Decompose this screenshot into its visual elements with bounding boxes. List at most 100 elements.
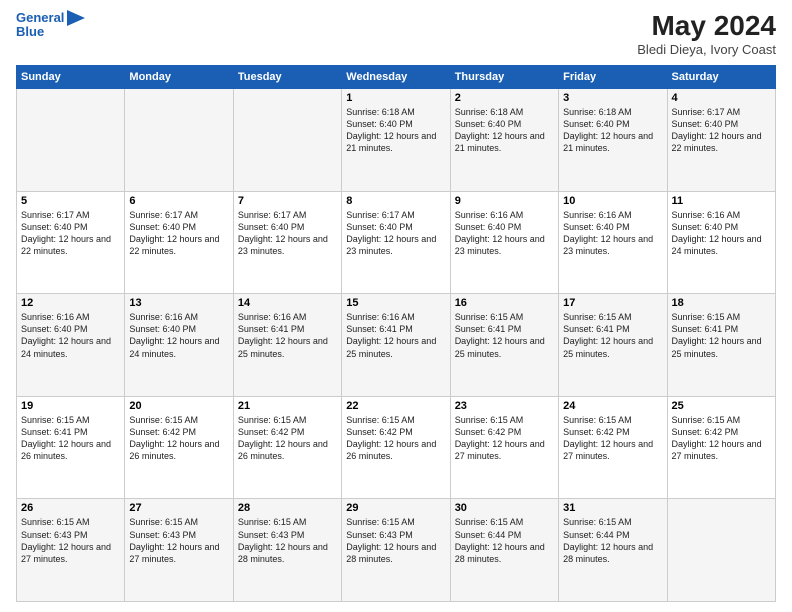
calendar-cell-1-1: 6Sunrise: 6:17 AMSunset: 6:40 PMDaylight… [125,191,233,294]
calendar-header-row: SundayMondayTuesdayWednesdayThursdayFrid… [17,66,776,89]
header-saturday: Saturday [667,66,775,89]
day-number: 13 [129,297,228,309]
calendar-cell-0-5: 3 Sunrise: 6:18 AMSunset: 6:40 PMDaylight… [559,89,667,192]
calendar-week-3: 12 Sunrise: 6:16 AMSunset: 6:40 PMDayligh… [17,294,776,397]
day-info: Sunrise: 6:15 AMSunset: 6:41 PMDaylight:… [672,311,771,360]
calendar-cell-2-6: 18 Sunrise: 6:15 AMSunset: 6:41 PMDayligh… [667,294,775,397]
day-number: 11 [672,195,771,207]
calendar-cell-2-3: 15 Sunrise: 6:16 AMSunset: 6:41 PMDayligh… [342,294,450,397]
day-info: Sunrise: 6:15 AMSunset: 6:43 PMDaylight:… [129,516,228,565]
calendar-cell-4-5: 31 Sunrise: 6:15 AMSunset: 6:44 PMDayligh… [559,499,667,602]
calendar-table: SundayMondayTuesdayWednesdayThursdayFrid… [16,65,776,602]
header-wednesday: Wednesday [342,66,450,89]
day-info: Sunrise: 6:16 AMSunset: 6:40 PMDaylight:… [21,311,120,360]
calendar-cell-1-0: 5Sunrise: 6:17 AMSunset: 6:40 PMDaylight… [17,191,125,294]
day-number: 8 [346,195,445,207]
day-number: 3 [563,92,662,104]
day-info: Sunrise: 6:15 AMSunset: 6:41 PMDaylight:… [455,311,554,360]
day-number: 14 [238,297,337,309]
day-number: 19 [21,400,120,412]
calendar-cell-4-0: 26Sunrise: 6:15 AMSunset: 6:43 PMDayligh… [17,499,125,602]
calendar-cell-2-2: 14 Sunrise: 6:16 AMSunset: 6:41 PMDayligh… [233,294,341,397]
day-info: Sunrise: 6:15 AMSunset: 6:44 PMDaylight:… [455,516,554,565]
logo-blue-text: Blue [16,24,44,40]
calendar-cell-4-3: 29Sunrise: 6:15 AMSunset: 6:43 PMDayligh… [342,499,450,602]
header-friday: Friday [559,66,667,89]
day-number: 23 [455,400,554,412]
day-number: 9 [455,195,554,207]
calendar-cell-0-6: 4Sunrise: 6:17 AMSunset: 6:40 PMDaylight… [667,89,775,192]
day-number: 30 [455,502,554,514]
day-info: Sunrise: 6:15 AMSunset: 6:42 PMDaylight:… [238,414,337,463]
day-info: Sunrise: 6:16 AMSunset: 6:40 PMDaylight:… [672,209,771,258]
day-info: Sunrise: 6:16 AMSunset: 6:40 PMDaylight:… [129,311,228,360]
calendar-cell-0-4: 2 Sunrise: 6:18 AMSunset: 6:40 PMDaylight… [450,89,558,192]
page-header: General Blue May 2024 Bledi Dieya, Ivory… [16,10,776,57]
calendar-cell-1-5: 10 Sunrise: 6:16 AMSunset: 6:40 PMDayligh… [559,191,667,294]
calendar-cell-3-3: 22 Sunrise: 6:15 AMSunset: 6:42 PMDayligh… [342,396,450,499]
day-number: 10 [563,195,662,207]
calendar-cell-0-2 [233,89,341,192]
day-number: 17 [563,297,662,309]
header-sunday: Sunday [17,66,125,89]
day-number: 7 [238,195,337,207]
day-info: Sunrise: 6:15 AMSunset: 6:42 PMDaylight:… [346,414,445,463]
day-info: Sunrise: 6:17 AMSunset: 6:40 PMDaylight:… [129,209,228,258]
day-info: Sunrise: 6:16 AMSunset: 6:40 PMDaylight:… [563,209,662,258]
day-number: 16 [455,297,554,309]
day-info: Sunrise: 6:15 AMSunset: 6:42 PMDaylight:… [129,414,228,463]
calendar-week-5: 26 Sunrise: 6:15 AMSunset: 6:43 PMDayligh… [17,499,776,602]
calendar-cell-3-0: 19Sunrise: 6:15 AMSunset: 6:41 PMDayligh… [17,396,125,499]
day-info: Sunrise: 6:18 AMSunset: 6:40 PMDaylight:… [346,106,445,155]
title-block: May 2024 Bledi Dieya, Ivory Coast [637,10,776,57]
header-thursday: Thursday [450,66,558,89]
day-info: Sunrise: 6:15 AMSunset: 6:42 PMDaylight:… [563,414,662,463]
calendar-cell-1-6: 11 Sunrise: 6:16 AMSunset: 6:40 PMDayligh… [667,191,775,294]
calendar-cell-2-5: 17 Sunrise: 6:15 AMSunset: 6:41 PMDayligh… [559,294,667,397]
calendar-cell-1-4: 9Sunrise: 6:16 AMSunset: 6:40 PMDaylight… [450,191,558,294]
calendar-cell-4-2: 28 Sunrise: 6:15 AMSunset: 6:43 PMDayligh… [233,499,341,602]
calendar-body: 1 Sunrise: 6:18 AMSunset: 6:40 PMDaylight… [17,89,776,602]
header-tuesday: Tuesday [233,66,341,89]
calendar-cell-1-2: 7 Sunrise: 6:17 AMSunset: 6:40 PMDaylight… [233,191,341,294]
day-info: Sunrise: 6:16 AMSunset: 6:41 PMDaylight:… [238,311,337,360]
day-number: 31 [563,502,662,514]
day-number: 26 [21,502,120,514]
day-info: Sunrise: 6:15 AMSunset: 6:43 PMDaylight:… [238,516,337,565]
day-number: 20 [129,400,228,412]
day-info: Sunrise: 6:15 AMSunset: 6:42 PMDaylight:… [672,414,771,463]
day-number: 15 [346,297,445,309]
calendar-cell-0-3: 1 Sunrise: 6:18 AMSunset: 6:40 PMDaylight… [342,89,450,192]
day-info: Sunrise: 6:17 AMSunset: 6:40 PMDaylight:… [672,106,771,155]
calendar-cell-0-1 [125,89,233,192]
day-number: 12 [21,297,120,309]
calendar-cell-3-5: 24 Sunrise: 6:15 AMSunset: 6:42 PMDayligh… [559,396,667,499]
day-number: 1 [346,92,445,104]
day-info: Sunrise: 6:18 AMSunset: 6:40 PMDaylight:… [455,106,554,155]
day-info: Sunrise: 6:15 AMSunset: 6:44 PMDaylight:… [563,516,662,565]
day-number: 28 [238,502,337,514]
calendar-cell-4-6 [667,499,775,602]
day-number: 18 [672,297,771,309]
calendar-cell-2-0: 12 Sunrise: 6:16 AMSunset: 6:40 PMDayligh… [17,294,125,397]
calendar-cell-3-4: 23Sunrise: 6:15 AMSunset: 6:42 PMDayligh… [450,396,558,499]
calendar-week-1: 1 Sunrise: 6:18 AMSunset: 6:40 PMDaylight… [17,89,776,192]
calendar-cell-0-0 [17,89,125,192]
day-number: 22 [346,400,445,412]
day-info: Sunrise: 6:16 AMSunset: 6:41 PMDaylight:… [346,311,445,360]
calendar-week-2: 5 Sunrise: 6:17 AMSunset: 6:40 PMDaylight… [17,191,776,294]
day-number: 24 [563,400,662,412]
day-info: Sunrise: 6:17 AMSunset: 6:40 PMDaylight:… [238,209,337,258]
day-number: 5 [21,195,120,207]
day-number: 27 [129,502,228,514]
day-number: 29 [346,502,445,514]
main-title: May 2024 [637,10,776,42]
calendar-cell-3-6: 25 Sunrise: 6:15 AMSunset: 6:42 PMDayligh… [667,396,775,499]
day-number: 25 [672,400,771,412]
calendar-cell-2-4: 16 Sunrise: 6:15 AMSunset: 6:41 PMDayligh… [450,294,558,397]
calendar-week-4: 19Sunrise: 6:15 AMSunset: 6:41 PMDayligh… [17,396,776,499]
day-info: Sunrise: 6:15 AMSunset: 6:41 PMDaylight:… [563,311,662,360]
day-info: Sunrise: 6:17 AMSunset: 6:40 PMDaylight:… [346,209,445,258]
day-number: 2 [455,92,554,104]
day-info: Sunrise: 6:18 AMSunset: 6:40 PMDaylight:… [563,106,662,155]
